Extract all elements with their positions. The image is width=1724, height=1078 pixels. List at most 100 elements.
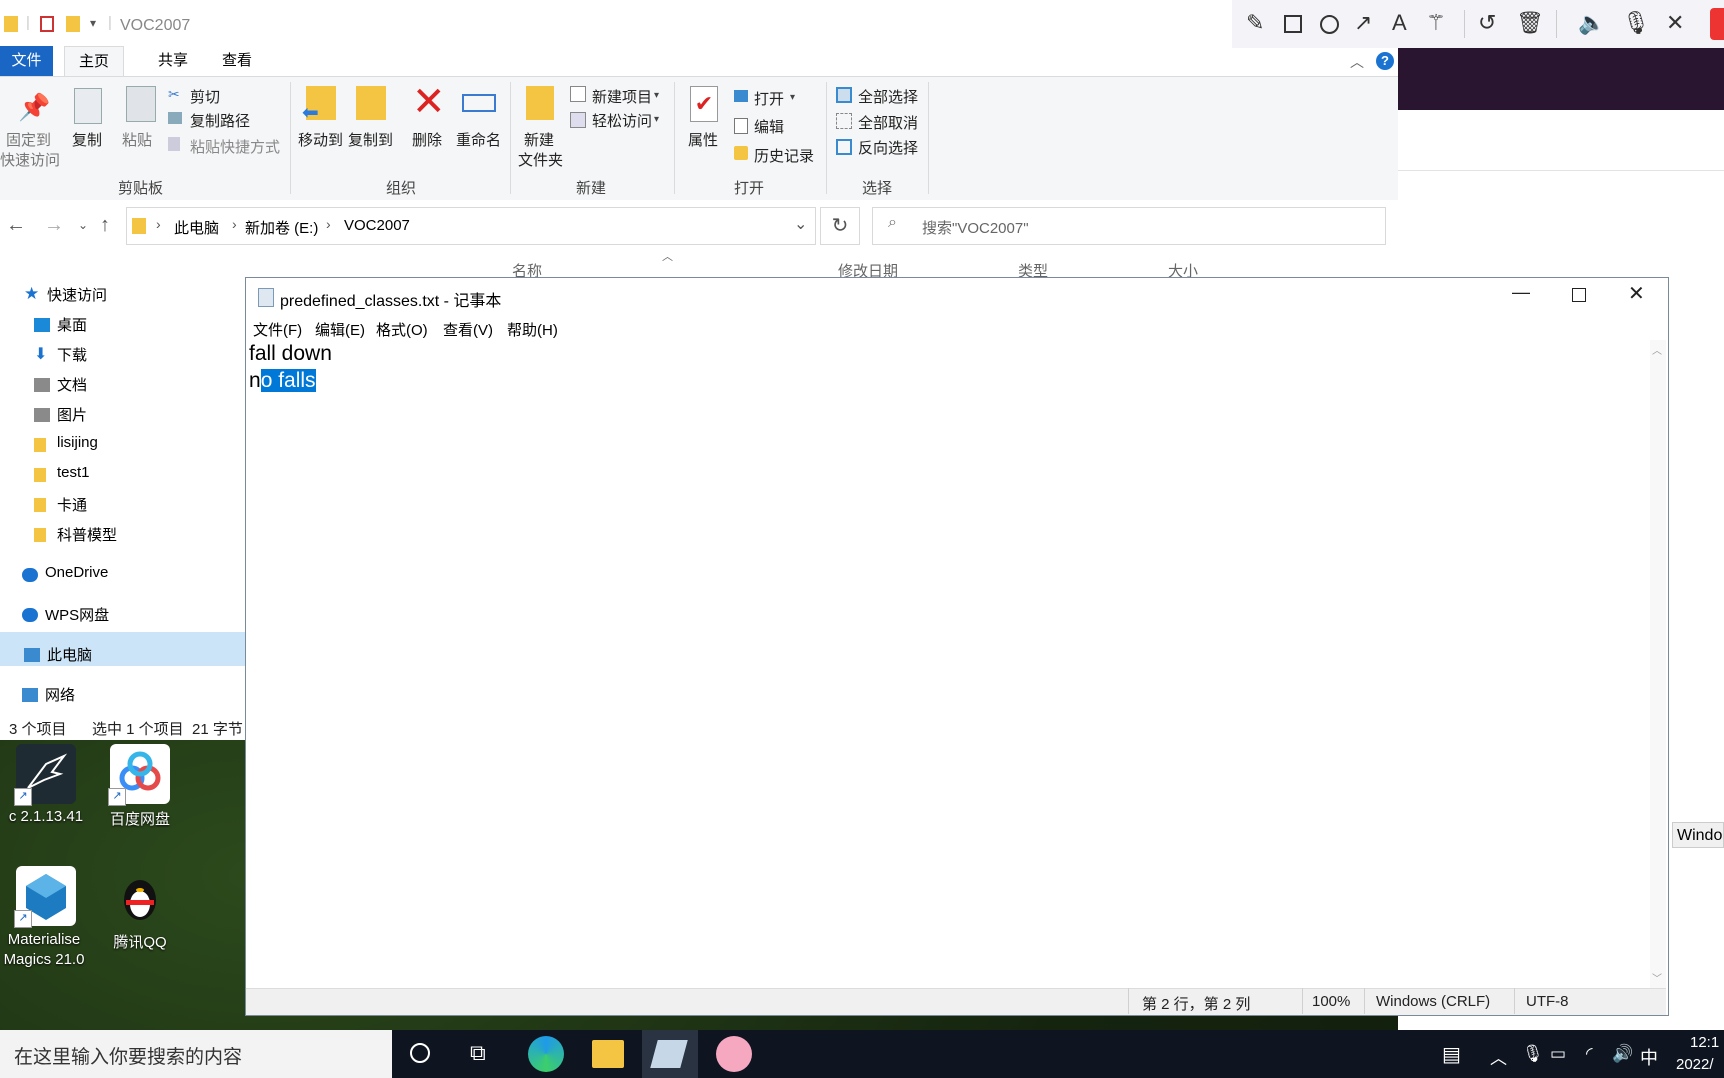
undo-icon[interactable]: ↺	[1478, 10, 1496, 36]
copy-button[interactable]: 复制	[72, 129, 102, 150]
rectangle-icon[interactable]	[1284, 15, 1302, 33]
divider	[1556, 10, 1557, 38]
move-to-button[interactable]: 移动到	[298, 129, 343, 150]
rename-icon[interactable]	[462, 94, 496, 112]
file-explorer-taskbar-icon[interactable]	[592, 1040, 624, 1068]
forward-arrow-icon[interactable]: →	[44, 214, 64, 237]
properties-quick-icon[interactable]	[40, 16, 54, 32]
menu-view[interactable]: 查看(V)	[443, 319, 493, 340]
pig-app-icon[interactable]	[716, 1036, 752, 1072]
paste-shortcut-button[interactable]: 粘贴快捷方式	[190, 136, 280, 157]
scroll-down-icon[interactable]: ﹀	[1652, 970, 1662, 985]
ime-indicator[interactable]: 中	[1640, 1044, 1658, 1070]
delete-icon[interactable]: ✕	[412, 82, 446, 122]
sidebar-item-label: 文档	[57, 377, 88, 394]
pin-label-2[interactable]: 快速访问	[0, 149, 60, 170]
minimize-icon[interactable]: —	[1512, 282, 1530, 303]
background-window-tab[interactable]: Windo	[1672, 822, 1724, 848]
breadcrumb-item[interactable]: 此电脑	[174, 217, 219, 238]
microphone-icon[interactable]: 🎙	[1522, 1044, 1544, 1064]
text-editor[interactable]: fall down no falls	[249, 340, 332, 394]
desktop-icon-qq[interactable]	[110, 866, 170, 926]
edit-button[interactable]: 编辑	[754, 116, 784, 137]
delete-button[interactable]: 删除	[412, 129, 442, 150]
record-stop-button[interactable]	[1710, 8, 1724, 40]
paste-icon[interactable]	[126, 86, 156, 122]
speaker-icon[interactable]: 🔈	[1578, 10, 1605, 36]
menu-edit[interactable]: 编辑(E)	[315, 319, 365, 340]
copy-icon[interactable]	[74, 88, 102, 124]
desktop-icon-baidu[interactable]: ↗	[108, 744, 170, 806]
chevron-up-icon[interactable]: ︿	[1490, 1044, 1507, 1069]
copy-path-button[interactable]: 复制路径	[190, 110, 250, 131]
maximize-icon[interactable]	[1572, 288, 1586, 302]
open-button[interactable]: 打开	[754, 88, 784, 109]
chevron-up-icon[interactable]: ︿	[1350, 52, 1364, 72]
quick-access-dropdown-icon[interactable]: ▾	[90, 16, 96, 30]
edge-icon[interactable]	[528, 1036, 564, 1072]
pencil-icon[interactable]: ✎	[1246, 10, 1264, 36]
breadcrumb-item[interactable]: VOC2007	[344, 217, 410, 234]
cortana-icon[interactable]	[410, 1043, 430, 1063]
help-icon[interactable]: ?	[1376, 52, 1394, 70]
tab-share[interactable]: 共享	[144, 46, 202, 76]
select-none-button[interactable]: 全部取消	[858, 112, 918, 133]
arrow-icon[interactable]: ↗	[1354, 10, 1372, 36]
circle-icon[interactable]	[1320, 15, 1339, 34]
dropdown-arrow-icon[interactable]: ▾	[654, 90, 659, 101]
pin-label[interactable]: 固定到	[6, 129, 51, 150]
easy-access-button[interactable]: 轻松访问	[592, 110, 652, 131]
history-button[interactable]: 历史记录	[754, 145, 814, 166]
recent-locations-icon[interactable]: ⌄	[78, 218, 88, 232]
close-icon[interactable]: ✕	[1666, 10, 1684, 36]
properties-button[interactable]: 属性	[688, 129, 718, 150]
task-view-icon[interactable]: ⧉	[470, 1040, 486, 1066]
cut-button[interactable]: 剪切	[190, 86, 220, 107]
up-arrow-icon[interactable]: ↑	[100, 214, 110, 237]
text-tool-icon[interactable]: A	[1392, 10, 1407, 36]
copy-to-button[interactable]: 复制到	[348, 129, 393, 150]
refresh-icon[interactable]: ↻	[820, 207, 860, 245]
tab-file[interactable]: 文件	[0, 46, 53, 76]
breadcrumb-item[interactable]: 新加卷 (E:)	[245, 217, 318, 238]
tab-view[interactable]: 查看	[208, 46, 266, 76]
new-folder-quick-icon[interactable]	[66, 16, 80, 32]
vertical-scrollbar[interactable]	[1650, 340, 1666, 988]
desktop-icon-materialise[interactable]: ↗	[14, 866, 76, 928]
menu-file[interactable]: 文件(F)	[253, 319, 302, 340]
desktop-icon-hummingbird[interactable]: ↗	[14, 744, 76, 806]
trash-icon[interactable]: 🗑	[1516, 10, 1544, 36]
new-item-button[interactable]: 新建项目	[592, 86, 652, 107]
pin-icon[interactable]: 📌	[18, 92, 50, 123]
new-folder-button[interactable]: 新建	[524, 129, 554, 150]
microphone-icon[interactable]: 🎙	[1622, 10, 1650, 36]
select-all-button[interactable]: 全部选择	[858, 86, 918, 107]
new-folder-button-2[interactable]: 文件夹	[518, 149, 563, 170]
chevron-down-icon[interactable]: ⌄	[794, 214, 807, 234]
divider: |	[108, 14, 112, 31]
back-arrow-icon[interactable]: ←	[6, 214, 26, 237]
action-center-icon[interactable]: ▤	[1442, 1042, 1461, 1067]
clock-time[interactable]: 12:1	[1690, 1034, 1719, 1051]
wifi-icon[interactable]: ◜	[1586, 1044, 1593, 1064]
close-icon[interactable]: ✕	[1628, 281, 1645, 306]
address-bar[interactable]	[126, 207, 816, 245]
dropdown-arrow-icon[interactable]: ▾	[654, 114, 659, 125]
paste-button[interactable]: 粘贴	[122, 129, 152, 150]
dropdown-arrow-icon[interactable]: ▾	[790, 92, 795, 103]
menu-format[interactable]: 格式(O)	[376, 319, 428, 340]
new-folder-icon[interactable]	[526, 86, 554, 120]
clock-date[interactable]: 2022/	[1676, 1056, 1714, 1073]
copy-to-icon[interactable]	[356, 86, 386, 120]
tab-home[interactable]: 主页	[64, 46, 125, 77]
properties-icon[interactable]: ✔	[690, 86, 718, 122]
chevron-right-icon: ›	[326, 216, 331, 232]
scroll-up-icon[interactable]: ︿	[1652, 342, 1662, 357]
battery-icon[interactable]: ▭	[1550, 1044, 1566, 1064]
menu-help[interactable]: 帮助(H)	[507, 319, 558, 340]
volume-icon[interactable]: 🔊	[1612, 1044, 1633, 1064]
qq-icon	[110, 866, 170, 926]
magic-wand-icon[interactable]: ⚚	[1426, 10, 1446, 36]
invert-selection-button[interactable]: 反向选择	[858, 137, 918, 158]
rename-button[interactable]: 重命名	[456, 129, 501, 150]
